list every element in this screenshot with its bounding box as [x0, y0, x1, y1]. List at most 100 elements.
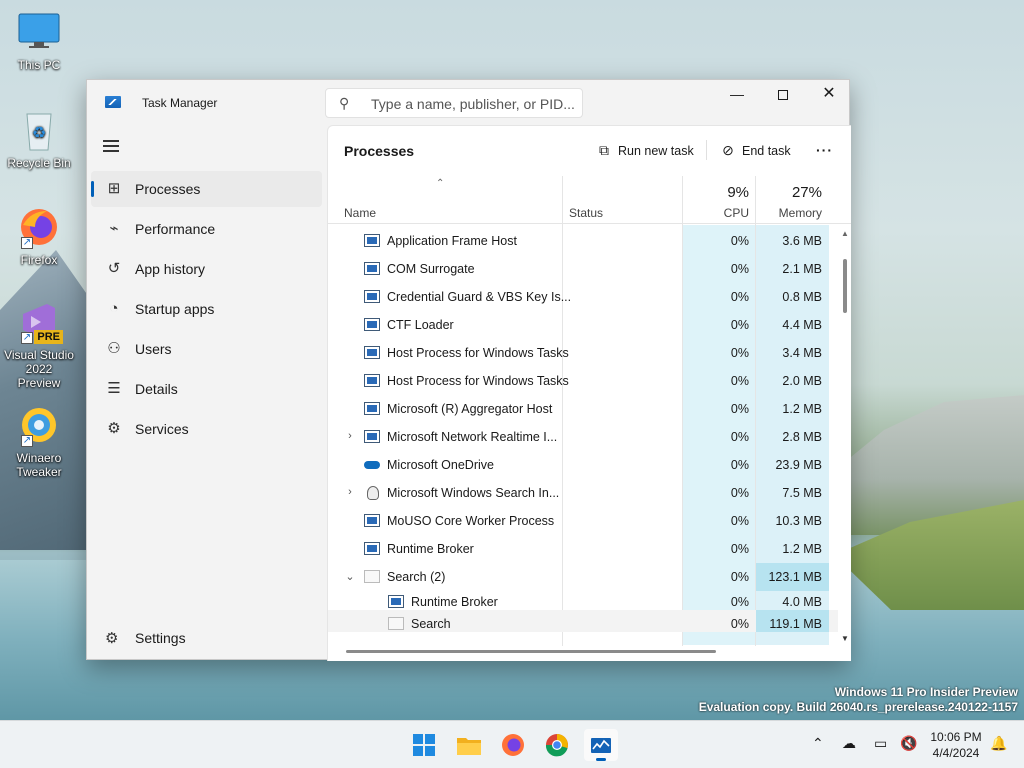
process-memory: 2.8 MB [782, 430, 822, 444]
process-cpu: 0% [730, 486, 749, 500]
process-row[interactable]: Host Process for Windows Tasks 0% 2.0 MB [328, 367, 838, 395]
process-row[interactable]: ⌄ Search (2) 0% 123.1 MB [328, 563, 838, 591]
clock-time: 10:06 PM [930, 730, 982, 744]
taskbar-task-manager[interactable] [584, 729, 618, 761]
process-row[interactable]: Application Frame Host 0% 3.6 MB [328, 227, 838, 255]
onedrive-icon [364, 458, 380, 471]
visual-studio-icon: PRE ↗ [17, 300, 63, 344]
start-button[interactable] [407, 729, 441, 761]
scroll-down-arrow-icon[interactable]: ▼ [841, 634, 849, 643]
taskbar-firefox[interactable] [496, 729, 530, 761]
desktop-icon-winaero-tweaker[interactable]: ↗ Winaero Tweaker [4, 403, 74, 479]
process-name: Microsoft (R) Aggregator Host [387, 402, 553, 416]
sidebar-item-users[interactable]: ⚇ Users [91, 331, 322, 367]
process-name: CTF Loader [387, 318, 454, 332]
desktop-icon-recycle-bin[interactable]: ♻ Recycle Bin [4, 108, 74, 170]
sidebar-item-startup-apps[interactable]: ◔ Startup apps [91, 291, 322, 327]
process-row[interactable]: Search 0% 119.1 MB [328, 610, 838, 632]
cpu-total-value[interactable]: 9% [683, 184, 749, 201]
process-row[interactable]: Microsoft OneDrive 0% 23.9 MB [328, 451, 838, 479]
users-icon: ⚇ [107, 340, 121, 357]
process-row[interactable]: Credential Guard & VBS Key Is... 0% 0.8 MB [328, 283, 838, 311]
minimize-button[interactable]: — [714, 80, 760, 110]
column-header-name[interactable]: Name [344, 206, 376, 220]
sidebar-item-label: App history [135, 261, 206, 277]
memory-total-value[interactable]: 27% [756, 184, 822, 201]
search-input[interactable]: ⚲ Type a name, publisher, or PID... [325, 88, 583, 118]
network-icon[interactable]: ▭ [874, 735, 887, 752]
desktop-icon-this-pc[interactable]: This PC [4, 10, 74, 72]
expand-chevron-icon[interactable]: › [344, 486, 356, 498]
file-explorer-icon [457, 738, 481, 755]
process-row[interactable]: Runtime Broker 0% 1.2 MB [328, 535, 838, 563]
process-memory: 123.1 MB [768, 570, 822, 584]
show-hidden-icons-chevron-icon[interactable]: ⌃ [812, 735, 824, 752]
desktop-icon-label: Visual Studio 2022 Preview [4, 348, 74, 390]
process-name: Microsoft OneDrive [387, 458, 494, 472]
maximize-button[interactable] [760, 80, 806, 110]
process-name: Microsoft Windows Search In... [387, 486, 560, 500]
run-new-task-label: Run new task [618, 144, 694, 158]
desktop-icon-label: Firefox [20, 253, 58, 267]
process-row[interactable]: MoUSO Core Worker Process 0% 10.3 MB [328, 507, 838, 535]
chrome-icon [545, 734, 568, 757]
desktop-icon-visual-studio[interactable]: PRE ↗ Visual Studio 2022 Preview [4, 300, 74, 390]
process-name: Host Process for Windows Tasks [387, 346, 569, 360]
notification-bell-icon[interactable]: 🔔 [990, 735, 1007, 752]
collapse-chevron-icon[interactable]: ⌄ [344, 570, 356, 583]
search-placeholder: Type a name, publisher, or PID... [371, 96, 575, 112]
desktop-icon-firefox[interactable]: ↗ Firefox [4, 205, 74, 267]
blank-app-icon [388, 617, 404, 630]
expand-chevron-icon[interactable]: › [344, 430, 356, 442]
sidebar-item-label: Processes [135, 181, 201, 197]
app-history-icon: ↺ [107, 260, 121, 277]
process-name: Microsoft Network Realtime I... [387, 430, 558, 444]
onedrive-offline-icon[interactable]: ☁ [842, 735, 856, 752]
end-task-icon: ⊘ [722, 142, 734, 158]
process-memory: 3.4 MB [782, 346, 822, 360]
sidebar-item-details[interactable]: ☰ Details [91, 371, 322, 407]
sidebar-item-app-history[interactable]: ↺ App history [91, 251, 322, 287]
process-memory: 2.1 MB [782, 262, 822, 276]
column-header-status[interactable]: Status [569, 206, 603, 220]
scroll-up-arrow-icon[interactable]: ▲ [841, 229, 849, 238]
process-name: Credential Guard & VBS Key Is... [387, 290, 572, 304]
processes-icon: ⊞ [107, 180, 121, 197]
close-button[interactable]: ✕ [806, 80, 852, 110]
process-row[interactable]: Host Process for Windows Tasks 0% 3.4 MB [328, 339, 838, 367]
application-window-icon [364, 290, 380, 303]
process-row[interactable]: COM Surrogate 0% 2.1 MB [328, 255, 838, 283]
hamburger-menu-icon[interactable] [103, 140, 119, 152]
scrollbar-thumb[interactable] [843, 259, 847, 313]
more-options-button[interactable]: ··· [816, 139, 833, 161]
column-header-cpu[interactable]: CPU [683, 206, 749, 220]
taskbar-file-explorer[interactable] [452, 729, 486, 761]
sidebar-item-settings[interactable]: ⚙ Settings [91, 620, 322, 656]
process-name: Host Process for Windows Tasks [387, 374, 569, 388]
sidebar-item-performance[interactable]: ⌁ Performance [91, 211, 322, 247]
run-new-task-button[interactable]: ⧉ Run new task [596, 139, 694, 161]
taskbar-chrome[interactable] [540, 729, 574, 761]
column-header-memory[interactable]: Memory [756, 206, 822, 220]
end-task-button[interactable]: ⊘ End task [720, 139, 791, 161]
process-row[interactable]: › Microsoft Windows Search In... 0% 7.5 MB [328, 479, 838, 507]
monitor-icon [17, 10, 61, 54]
process-cpu: 0% [730, 262, 749, 276]
process-memory: 10.3 MB [775, 514, 822, 528]
process-row[interactable]: Microsoft (R) Aggregator Host 0% 1.2 MB [328, 395, 838, 423]
sidebar-item-label: Users [135, 341, 172, 357]
horizontal-scrollbar[interactable] [346, 650, 716, 653]
process-memory: 119.1 MB [769, 617, 822, 631]
vertical-scrollbar[interactable]: ▲ ▼ [841, 225, 849, 643]
sidebar-item-processes[interactable]: ⊞ Processes [91, 171, 322, 207]
title-bar[interactable]: Task Manager ⚲ Type a name, publisher, o… [87, 80, 849, 126]
task-manager-icon [591, 738, 611, 753]
process-row[interactable]: › Microsoft Network Realtime I... 0% 2.8 MB [328, 423, 838, 451]
sidebar-item-services[interactable]: ⚙ Services [91, 411, 322, 447]
sidebar-item-label: Startup apps [135, 301, 215, 317]
process-row[interactable]: CTF Loader 0% 4.4 MB [328, 311, 838, 339]
application-window-icon [364, 262, 380, 275]
taskbar-clock[interactable]: 10:06 PM 4/4/2024 [922, 729, 990, 761]
process-row[interactable]: Runtime Broker 0% 4.0 MB [328, 588, 838, 610]
volume-muted-icon[interactable]: 🔇 [900, 735, 917, 752]
